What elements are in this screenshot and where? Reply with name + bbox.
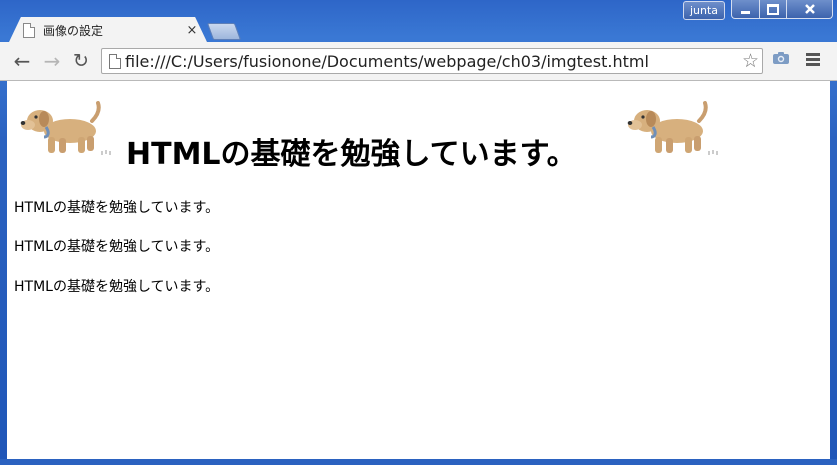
dog-icon: [627, 101, 718, 155]
tab-title: 画像の設定: [43, 23, 104, 38]
address-bar[interactable]: file:///C:/Users/fusionone/Documents/web…: [101, 48, 763, 74]
paragraph: HTMLの基礎を勉強しています。: [14, 279, 220, 295]
page-heading: HTMLの基礎を勉強しています。: [126, 137, 577, 172]
hamburger-menu-icon[interactable]: [806, 53, 820, 67]
forward-button[interactable]: →: [42, 51, 62, 71]
browser-window: 画像の設定 × junta ← → ↻ file:///C:/Users/fus…: [0, 0, 837, 465]
page-content: HTMLの基礎を勉強しています。 HTMLの基礎を勉強しています。 HTMLの基…: [7, 81, 830, 459]
back-button[interactable]: ←: [12, 51, 32, 71]
page-icon: [23, 22, 35, 38]
camera-icon[interactable]: [772, 51, 790, 65]
paragraph: HTMLの基礎を勉強しています。: [14, 239, 220, 255]
star-icon[interactable]: ☆: [742, 50, 759, 72]
tab-content: 画像の設定 ×: [23, 21, 199, 39]
page-icon: [109, 54, 121, 69]
paragraph: HTMLの基礎を勉強しています。: [14, 200, 220, 216]
dog-icon: [20, 101, 111, 155]
maximize-icon: [767, 3, 779, 15]
tab-strip: 画像の設定 × junta: [0, 0, 837, 42]
minimize-icon: [741, 10, 750, 14]
reload-button[interactable]: ↻: [71, 51, 91, 71]
close-window-button[interactable]: [786, 0, 833, 19]
user-profile-badge[interactable]: junta: [683, 1, 725, 20]
minimize-button[interactable]: [731, 0, 760, 19]
browser-toolbar: ← → ↻ file:///C:/Users/fusionone/Documen…: [0, 42, 837, 81]
window-frame-bottom: [0, 459, 837, 465]
close-icon[interactable]: ×: [185, 23, 199, 38]
heading-row: HTMLの基礎を勉強しています。: [14, 101, 734, 172]
new-tab-button[interactable]: [206, 23, 242, 40]
url-text[interactable]: file:///C:/Users/fusionone/Documents/web…: [125, 52, 649, 71]
close-icon: [804, 4, 815, 14]
maximize-button[interactable]: [759, 0, 787, 19]
